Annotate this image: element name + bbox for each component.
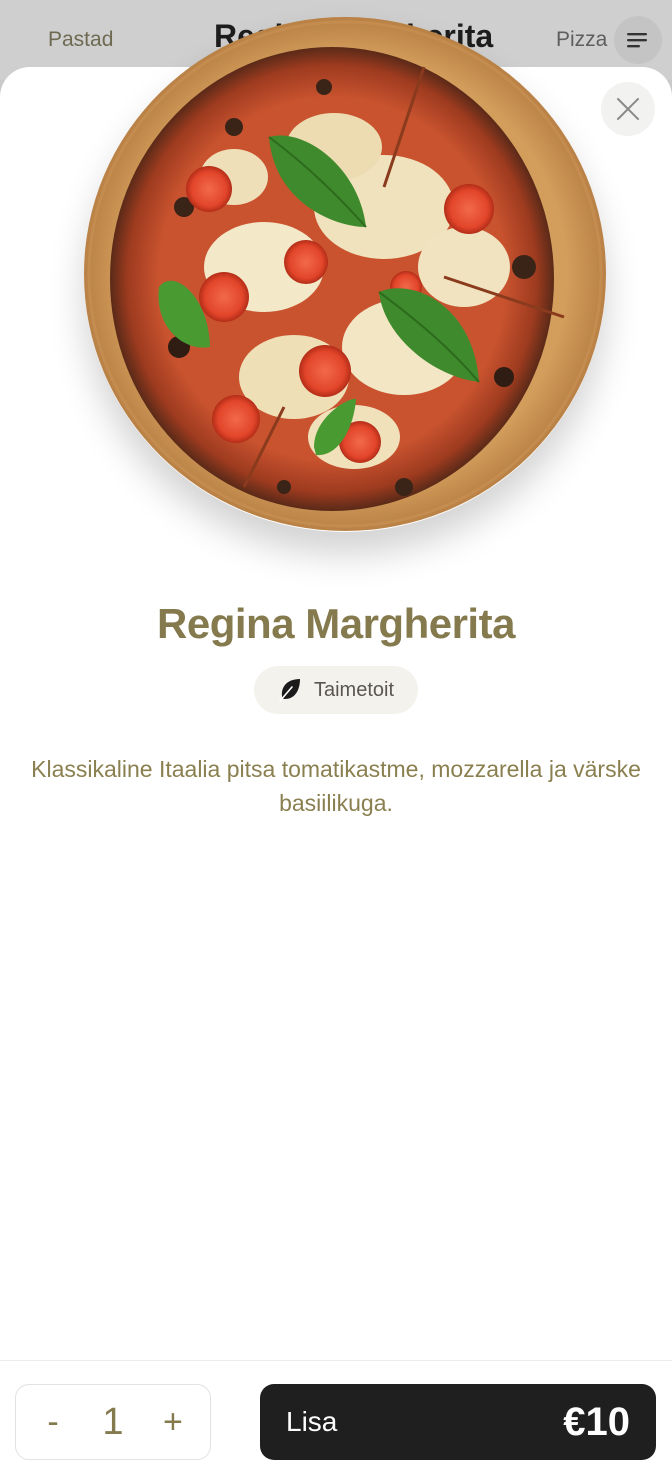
quantity-stepper: - 1 + [15,1384,211,1460]
add-to-cart-button[interactable]: Lisa €10 [260,1384,656,1460]
menu-button[interactable] [614,16,662,64]
close-icon [617,98,639,120]
increase-button[interactable]: + [158,1403,188,1442]
add-button-price: €10 [563,1399,630,1444]
decrease-button[interactable]: - [38,1403,68,1442]
tag-label: Taimetoit [313,678,395,701]
close-button[interactable] [601,82,655,136]
pizza-photo [84,17,606,531]
pizza-image [84,17,606,532]
menu-icon [627,33,647,48]
add-button-label: Lisa [286,1406,338,1437]
vegan-tag: Taimetoit [254,666,418,714]
quantity-value: 1 [102,1400,124,1443]
leaf-icon [279,679,300,702]
dish-description: Klassikaline Itaalia pitsa tomatikastme,… [31,756,641,816]
order-footer: - 1 + Lisa €10 [0,1360,672,1471]
dish-title: Regina Margherita [157,600,515,647]
